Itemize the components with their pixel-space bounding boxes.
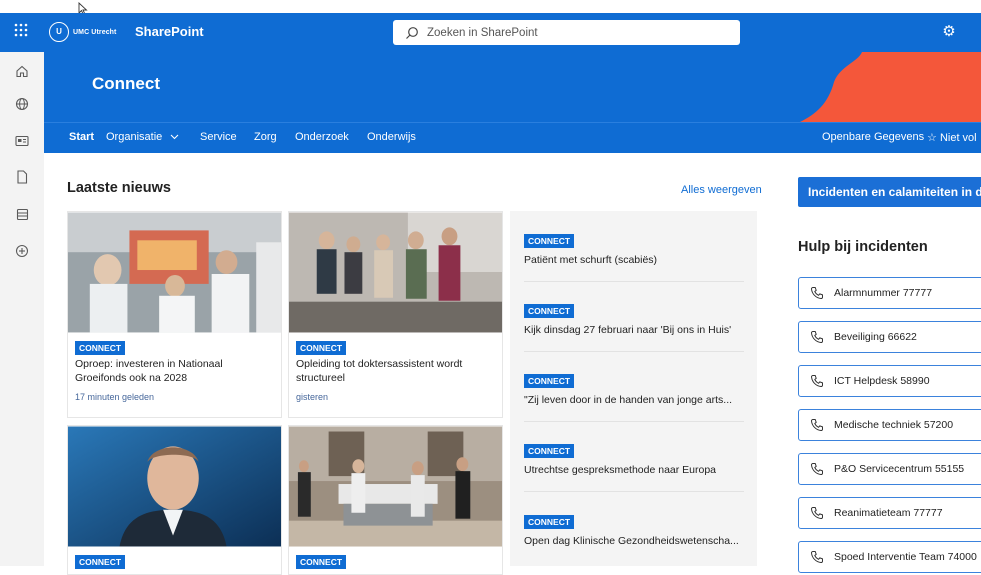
search-box[interactable]: Zoeken in SharePoint [393, 20, 740, 45]
phone-button-reanimatieteam[interactable]: Reanimatieteam 77777 [798, 497, 981, 529]
phone-icon [810, 375, 823, 388]
news-tag: CONNECT [296, 555, 347, 569]
follow-label: Niet vol [939, 132, 977, 144]
create-plus-icon[interactable] [11, 240, 33, 262]
phone-button-po-servicecentrum[interactable]: P&O Servicecentrum 55155 [798, 453, 981, 485]
news-card[interactable]: CONNECT Opleiding tot doktersassistent w… [288, 211, 503, 418]
news-icon[interactable] [11, 130, 33, 152]
news-card-image [68, 212, 281, 333]
news-card-time: gisteren [296, 392, 329, 402]
seal-icon: U [49, 22, 69, 42]
phone-icon [810, 287, 823, 300]
lists-icon[interactable] [11, 203, 33, 225]
list-item-title: Utrechtse gespreksmethode naar Europa [524, 464, 717, 476]
phone-label: Alarmnummer 77777 [834, 287, 933, 299]
site-navigation: Start Organisatie Service Zorg Onderzoek… [44, 122, 981, 153]
phone-button-medische-techniek[interactable]: Medische techniek 57200 [798, 409, 981, 441]
openbare-gegevens-link[interactable]: Openbare Gegevens [822, 131, 924, 143]
phone-button-spoed-interventie-team[interactable]: Spoed Interventie Team 74000 [798, 541, 981, 573]
nav-item-organisatie-label: Organisatie [106, 131, 163, 143]
list-item-title: "Zij leven door in de handen van jonge a… [524, 394, 733, 406]
news-tag: CONNECT [524, 515, 575, 529]
news-card-title[interactable]: Oproep: investeren in Nationaal Groeifon… [75, 357, 275, 385]
globe-icon[interactable] [11, 93, 33, 115]
phone-label: ICT Helpdesk 58990 [834, 375, 930, 387]
help-heading: Hulp bij incidenten [798, 239, 928, 255]
news-card[interactable]: CONNECT [67, 425, 282, 575]
umc-utrecht-logo[interactable]: U UMC Utrecht [49, 21, 119, 43]
news-list: CONNECT Patiënt met schurft (scabiës) CO… [510, 211, 757, 566]
nav-item-zorg[interactable]: Zorg [254, 131, 277, 143]
phone-label: Beveiliging 66622 [834, 331, 917, 343]
nav-item-start[interactable]: Start [69, 131, 94, 143]
phone-button-alarmnummer[interactable]: Alarmnummer 77777 [798, 277, 981, 309]
phone-label: Medische techniek 57200 [834, 419, 954, 431]
phone-label: Spoed Interventie Team 74000 [834, 551, 977, 563]
site-header: Connect [44, 52, 981, 122]
news-tag: CONNECT [524, 234, 575, 248]
news-card-time: 17 minuten geleden [75, 392, 155, 402]
divider [524, 421, 744, 422]
phone-button-ict-helpdesk[interactable]: ICT Helpdesk 58990 [798, 365, 981, 397]
home-icon[interactable] [11, 60, 33, 82]
incidents-button[interactable]: Incidenten en calamiteiten in de [798, 177, 981, 207]
phone-label: Reanimatieteam 77777 [834, 507, 943, 519]
nav-item-onderwijs[interactable]: Onderwijs [367, 131, 416, 143]
app-bar [0, 52, 45, 566]
news-tag: CONNECT [75, 341, 126, 355]
news-heading: Laatste nieuws [67, 180, 171, 196]
phone-button-beveiliging[interactable]: Beveiliging 66622 [798, 321, 981, 353]
list-item-title: Open dag Klinische Gezondheidswetenscha.… [524, 535, 739, 547]
nav-item-service[interactable]: Service [200, 131, 237, 143]
news-tag: CONNECT [524, 444, 575, 458]
news-card-title[interactable]: Opleiding tot doktersassistent wordt str… [296, 357, 496, 385]
news-card[interactable]: CONNECT [288, 425, 503, 575]
search-icon [406, 26, 418, 39]
header-decoration [800, 52, 981, 122]
nav-item-onderzoek[interactable]: Onderzoek [295, 131, 349, 143]
logo-text: UMC Utrecht [73, 28, 117, 36]
news-card[interactable]: CONNECT Oproep: investeren in Nationaal … [67, 211, 282, 418]
list-item[interactable]: CONNECT Patiënt met schurft (scabiës) [524, 231, 746, 266]
list-item[interactable]: CONNECT Utrechtse gespreksmethode naar E… [524, 441, 746, 476]
phone-icon [810, 551, 823, 564]
sharepoint-brand-link[interactable]: SharePoint [135, 24, 204, 39]
phone-icon [810, 419, 823, 432]
phone-icon [810, 463, 823, 476]
phone-icon [810, 331, 823, 344]
suite-bar: U UMC Utrecht SharePoint Zoeken in Share… [0, 13, 981, 52]
chevron-down-icon [170, 134, 179, 140]
star-icon: ☆ [927, 132, 937, 144]
follow-button[interactable]: ☆ Niet vol [927, 131, 977, 144]
search-placeholder: Zoeken in SharePoint [427, 26, 538, 39]
list-item[interactable]: CONNECT Kijk dinsdag 27 februari naar 'B… [524, 301, 746, 336]
news-card-image [289, 212, 502, 333]
divider [524, 491, 744, 492]
news-card-image [289, 426, 502, 547]
list-item[interactable]: CONNECT Open dag Klinische Gezondheidswe… [524, 512, 746, 547]
news-tag: CONNECT [524, 304, 575, 318]
list-item-title: Patiënt met schurft (scabiës) [524, 254, 658, 266]
divider [524, 351, 744, 352]
settings-gear-icon[interactable]: ⚙ [940, 23, 958, 41]
list-item-title: Kijk dinsdag 27 februari naar 'Bij ons i… [524, 324, 732, 336]
document-icon[interactable] [11, 166, 33, 188]
news-tag: CONNECT [75, 555, 126, 569]
news-tag: CONNECT [524, 374, 575, 388]
browser-top-strip [0, 0, 981, 13]
nav-item-organisatie[interactable]: Organisatie [106, 131, 179, 143]
see-all-link[interactable]: Alles weergeven [681, 184, 762, 196]
news-tag: CONNECT [296, 341, 347, 355]
news-card-image [68, 426, 281, 547]
phone-label: P&O Servicecentrum 55155 [834, 463, 965, 475]
site-title[interactable]: Connect [92, 74, 160, 94]
list-item[interactable]: CONNECT "Zij leven door in de handen van… [524, 371, 746, 406]
divider [524, 281, 744, 282]
phone-icon [810, 507, 823, 520]
app-launcher-icon[interactable] [14, 23, 32, 41]
